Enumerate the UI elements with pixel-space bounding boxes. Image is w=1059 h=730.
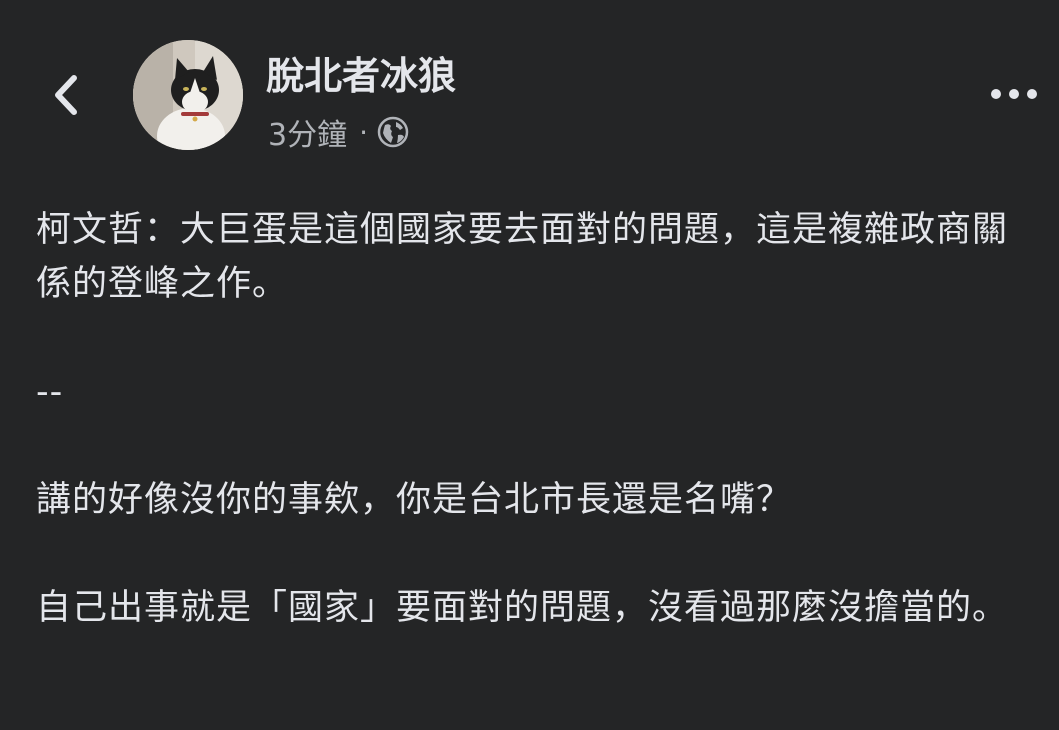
globe-icon xyxy=(376,115,410,149)
more-horizontal-icon xyxy=(991,89,1037,99)
meta-separator: · xyxy=(359,115,368,149)
chevron-left-icon xyxy=(55,75,77,115)
post-paragraph: 講的好像沒你的事欸，你是台北市長還是名嘴？ xyxy=(36,480,793,520)
post-meta: 3分鐘 · xyxy=(268,110,410,154)
post-paragraph: -- xyxy=(36,372,64,412)
post-timestamp[interactable]: 3分鐘 xyxy=(268,110,347,154)
post-paragraph: 柯文哲：大巨蛋是這個國家要去面對的問題，這是複雜政商關係的登峰之作。 xyxy=(36,210,1009,304)
more-options-button[interactable] xyxy=(988,78,1040,110)
post-body: 柯文哲：大巨蛋是這個國家要去面對的問題，這是複雜政商關係的登峰之作。 -- 講的… xyxy=(36,203,1026,635)
avatar[interactable] xyxy=(133,40,243,150)
cat-avatar-image xyxy=(133,40,243,150)
post-paragraph: 自己出事就是「國家」要面對的問題，沒看過那麼沒擔當的。 xyxy=(36,588,1009,628)
back-button[interactable] xyxy=(46,70,86,120)
author-name[interactable]: 脫北者冰狼 xyxy=(266,52,456,100)
